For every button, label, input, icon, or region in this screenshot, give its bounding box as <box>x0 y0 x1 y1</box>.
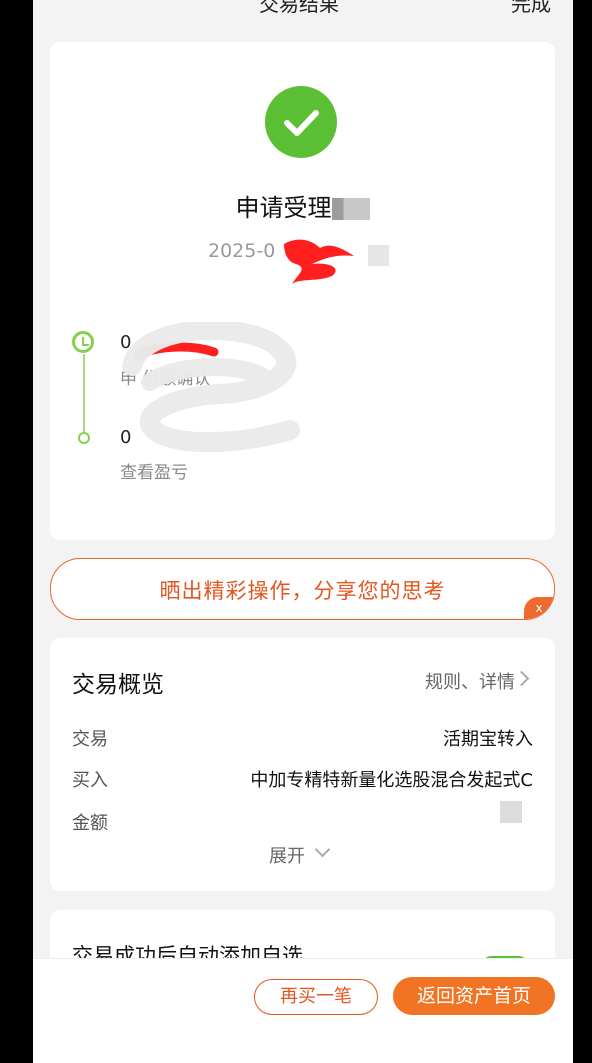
status-date: 2025-0 <box>208 240 276 262</box>
overview-title: 交易概览 <box>72 672 164 698</box>
row-value-buy: 中加专精特新量化选股混合发起式C <box>250 770 533 791</box>
trade-overview-card: 交易概览 规则、详情 交易 活期宝转入 买入 中加专精特新量化选股混合发起式C … <box>50 638 555 891</box>
bottom-action-bar: 再买一笔 返回资产首页 <box>33 958 573 1063</box>
app-screen: 交易结果 完成 申请受理 2025-0 0 申 份额确认 0 查看盈亏 晒出精彩… <box>33 0 573 1063</box>
nav-bar: 交易结果 完成 <box>33 0 573 22</box>
redaction-scribble <box>120 319 310 456</box>
redaction-scribble <box>278 234 360 296</box>
timeline-line <box>83 354 85 434</box>
buy-again-button[interactable]: 再买一笔 <box>254 979 378 1015</box>
status-card: 申请受理 2025-0 0 申 份额确认 0 查看盈亏 <box>50 42 555 540</box>
success-check-icon <box>265 86 337 158</box>
row-value-trade: 活期宝转入 <box>443 729 533 750</box>
chevron-right-icon[interactable] <box>513 670 530 687</box>
step-2-link[interactable]: 查看盈亏 <box>120 458 188 483</box>
redaction-mosaic <box>331 198 370 220</box>
clock-icon <box>72 331 94 353</box>
row-label-trade: 交易 <box>72 729 108 750</box>
share-text: 晒出精彩操作，分享您的思考 <box>159 579 446 603</box>
rules-details-link[interactable]: 规则、详情 <box>425 668 515 694</box>
redaction-mosaic <box>500 801 522 823</box>
row-label-buy: 买入 <box>72 770 108 791</box>
status-title: 申请受理 <box>50 188 555 223</box>
row-label-amount: 金额 <box>72 813 108 834</box>
expand-button[interactable]: 展开 <box>269 842 305 868</box>
page-title: 交易结果 <box>259 0 339 16</box>
back-to-assets-button[interactable]: 返回资产首页 <box>393 977 555 1015</box>
chevron-down-icon[interactable] <box>314 841 331 858</box>
share-banner[interactable]: 晒出精彩操作，分享您的思考 x <box>50 558 555 620</box>
timeline-dot <box>78 432 90 444</box>
done-button[interactable]: 完成 <box>511 0 551 17</box>
redaction-mosaic <box>368 245 389 266</box>
close-icon[interactable]: x <box>524 597 554 619</box>
